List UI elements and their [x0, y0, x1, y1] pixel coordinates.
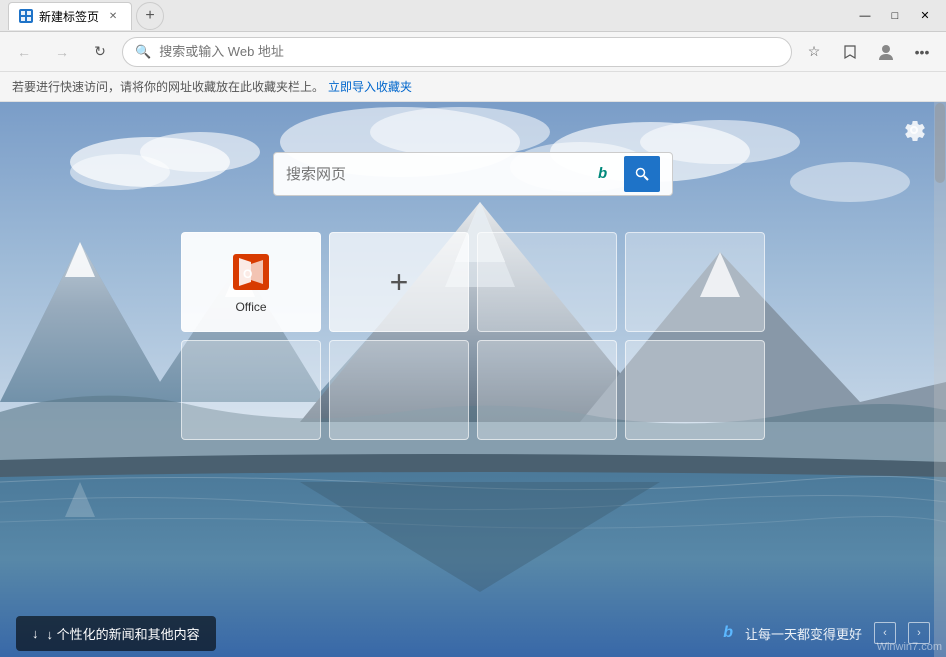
search-box[interactable]: b [273, 152, 673, 196]
forward-button[interactable]: → [46, 36, 78, 68]
favorites-button[interactable]: ☆ [798, 36, 830, 68]
refresh-button[interactable]: ↻ [84, 36, 116, 68]
scrollbar-thumb[interactable] [935, 103, 945, 183]
title-bar: 新建标签页 ✕ + — □ ✕ [0, 0, 946, 32]
add-icon: + [390, 266, 409, 298]
settings-more-button[interactable]: ••• [906, 36, 938, 68]
watermark: Winwin7.com [873, 637, 946, 657]
dial-tile-empty-1[interactable] [477, 232, 617, 332]
motto-text: 让每一天都变得更好 [745, 624, 862, 643]
maximize-button[interactable]: □ [882, 6, 908, 26]
tab-favicon [19, 9, 33, 23]
nav-bar: ← → ↻ 🔍 ☆ ••• [0, 32, 946, 72]
dial-tile-empty-5[interactable] [477, 340, 617, 440]
address-search-icon: 🔍 [135, 44, 151, 60]
close-button[interactable]: ✕ [912, 6, 938, 26]
dial-tile-office[interactable]: O Office [181, 232, 321, 332]
bottom-bar: ↓ ↓ 个性化的新闻和其他内容 b 让每一天都变得更好 ‹ › [0, 609, 946, 657]
search-submit-button[interactable] [624, 156, 660, 192]
address-bar[interactable]: 🔍 [122, 37, 792, 67]
bing-small-logo: b [723, 624, 733, 642]
svg-text:b: b [598, 165, 607, 182]
dial-tile-empty-6[interactable] [625, 340, 765, 440]
office-tile-label: Office [235, 300, 266, 314]
import-favorites-link[interactable]: 立即导入收藏夹 [328, 78, 412, 95]
address-input[interactable] [159, 44, 779, 59]
tab-close-btn[interactable]: ✕ [105, 8, 121, 24]
svg-text:O: O [243, 267, 252, 281]
minimize-button[interactable]: — [852, 6, 878, 26]
watermark-text: Winwin7.com [877, 641, 942, 653]
dial-tile-add[interactable]: + [329, 232, 469, 332]
down-arrow-icon: ↓ [32, 626, 39, 641]
personalize-button[interactable]: ↓ ↓ 个性化的新闻和其他内容 [16, 616, 216, 651]
scrollbar-track[interactable] [934, 102, 946, 657]
dial-tile-empty-4[interactable] [329, 340, 469, 440]
main-content: b O Office + [0, 102, 946, 657]
dial-tile-empty-3[interactable] [181, 340, 321, 440]
profile-button[interactable] [870, 36, 902, 68]
dial-tile-empty-2[interactable] [625, 232, 765, 332]
back-button[interactable]: ← [8, 36, 40, 68]
tab-strip: 新建标签页 ✕ + [8, 2, 852, 30]
speed-dial-grid: O Office + [181, 232, 765, 440]
tab-label: 新建标签页 [39, 8, 99, 25]
window-controls: — □ ✕ [852, 6, 938, 26]
office-icon: O [229, 250, 273, 294]
active-tab[interactable]: 新建标签页 ✕ [8, 2, 132, 30]
personalize-label: ↓ 个性化的新闻和其他内容 [47, 624, 200, 643]
reading-list-button[interactable] [834, 36, 866, 68]
search-input[interactable] [286, 166, 588, 183]
settings-gear-button[interactable] [898, 114, 930, 146]
search-container: b [273, 152, 673, 196]
new-tab-button[interactable]: + [136, 2, 164, 30]
nav-right-buttons: ☆ ••• [798, 36, 938, 68]
bookmarks-bar: 若要进行快速访问，请将你的网址收藏放在此收藏夹栏上。 立即导入收藏夹 [0, 72, 946, 102]
bookmarks-message: 若要进行快速访问，请将你的网址收藏放在此收藏夹栏上。 [12, 78, 324, 95]
bing-logo: b [596, 162, 616, 187]
